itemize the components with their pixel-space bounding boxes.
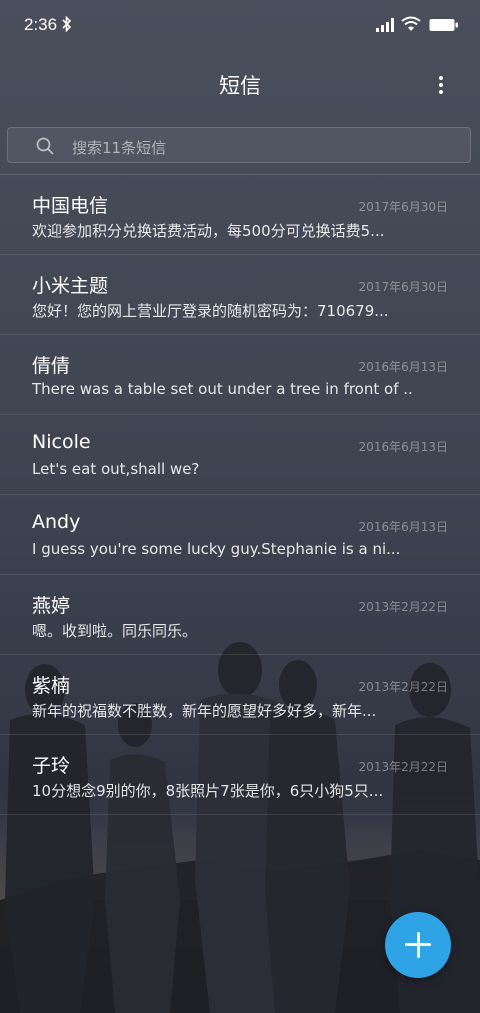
message-item[interactable]: 紫楠 2013年2月22日 新年的祝福数不胜数，新年的愿望好多好多，新年... bbox=[0, 655, 480, 735]
status-bar: 2:36 bbox=[0, 0, 480, 52]
contact-name: 子玲 bbox=[32, 755, 71, 777]
contact-name: Andy bbox=[32, 511, 81, 533]
contact-name: 中国电信 bbox=[32, 195, 109, 217]
more-vertical-icon[interactable] bbox=[426, 70, 456, 100]
search-input[interactable]: 搜索11条短信 bbox=[7, 127, 471, 163]
message-date: 2013年2月22日 bbox=[358, 760, 448, 774]
message-preview: 嗯。收到啦。同乐同乐。 bbox=[32, 622, 198, 640]
wifi-icon bbox=[401, 16, 421, 31]
contact-name: 紫楠 bbox=[32, 675, 71, 697]
contact-name: Nicole bbox=[32, 431, 91, 453]
message-item[interactable]: 子玲 2013年2月22日 10分想念9别的你，8张照片7张是你，6只小狗5只.… bbox=[0, 735, 480, 815]
message-date: 2017年6月30日 bbox=[358, 200, 448, 214]
message-date: 2013年2月22日 bbox=[358, 600, 448, 614]
message-list: 中国电信 2017年6月30日 欢迎参加积分兑换话费活动，每500分可兑换话费5… bbox=[0, 175, 480, 815]
message-preview: 欢迎参加积分兑换话费活动，每500分可兑换话费5... bbox=[32, 222, 385, 240]
contact-name: 燕婷 bbox=[32, 595, 71, 617]
message-item[interactable]: Nicole 2016年6月13日 Let's eat out,shall we… bbox=[0, 415, 480, 495]
message-preview: I guess you're some lucky guy.Stephanie … bbox=[32, 540, 401, 558]
message-item[interactable]: Andy 2016年6月13日 I guess you're some luck… bbox=[0, 495, 480, 575]
message-date: 2016年6月13日 bbox=[358, 440, 448, 454]
message-preview: 您好！您的网上营业厅登录的随机密码为：710679... bbox=[32, 302, 389, 320]
battery-icon bbox=[429, 19, 458, 31]
message-date: 2016年6月13日 bbox=[358, 360, 448, 374]
bluetooth-icon bbox=[62, 16, 72, 32]
message-preview: Let's eat out,shall we? bbox=[32, 460, 200, 478]
page-title: 短信 bbox=[219, 74, 261, 98]
message-item[interactable]: 倩倩 2016年6月13日 There was a table set out … bbox=[0, 335, 480, 415]
message-date: 2017年6月30日 bbox=[358, 280, 448, 294]
message-item[interactable]: 燕婷 2013年2月22日 嗯。收到啦。同乐同乐。 bbox=[0, 575, 480, 655]
compose-button[interactable] bbox=[385, 912, 451, 978]
message-item[interactable]: 中国电信 2017年6月30日 欢迎参加积分兑换话费活动，每500分可兑换话费5… bbox=[0, 175, 480, 255]
message-date: 2013年2月22日 bbox=[358, 680, 448, 694]
message-preview: 10分想念9别的你，8张照片7张是你，6只小狗5只... bbox=[32, 782, 384, 800]
message-item[interactable]: 小米主题 2017年6月30日 您好！您的网上营业厅登录的随机密码为：71067… bbox=[0, 255, 480, 335]
title-bar: 短信 bbox=[0, 52, 480, 116]
contact-name: 倩倩 bbox=[32, 355, 71, 377]
message-date: 2016年6月13日 bbox=[358, 520, 448, 534]
search-placeholder: 搜索11条短信 bbox=[72, 139, 167, 157]
message-preview: There was a table set out under a tree i… bbox=[32, 380, 412, 398]
search-icon bbox=[36, 137, 54, 155]
status-time: 2:36 bbox=[24, 15, 58, 34]
contact-name: 小米主题 bbox=[32, 275, 109, 297]
message-preview: 新年的祝福数不胜数，新年的愿望好多好多，新年... bbox=[32, 702, 377, 720]
signal-icon bbox=[376, 18, 394, 32]
